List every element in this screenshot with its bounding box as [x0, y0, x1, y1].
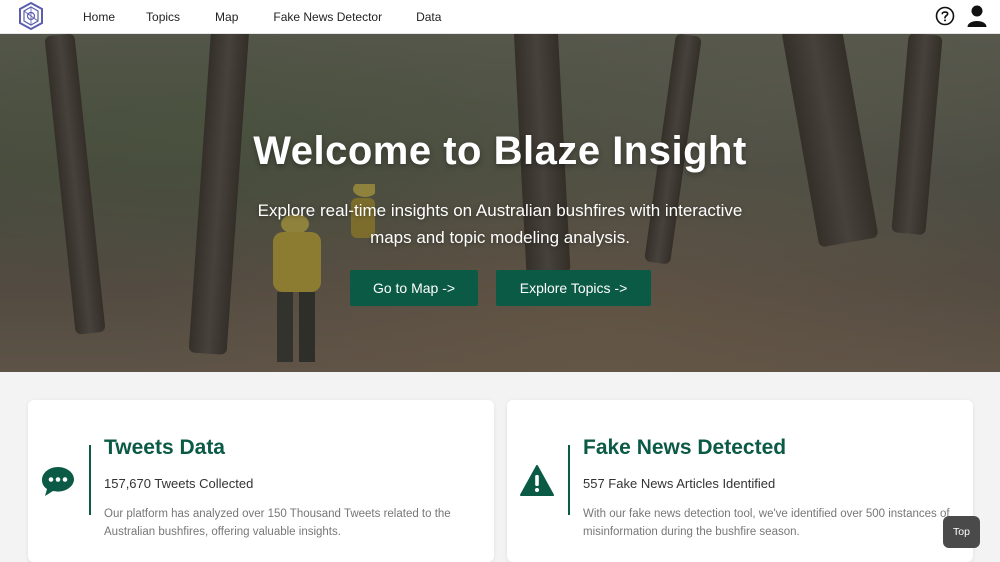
user-icon[interactable] [966, 4, 988, 28]
nav-topics[interactable]: Topics [146, 10, 180, 24]
compass-logo-icon[interactable] [17, 2, 45, 30]
hero-title: Welcome to Blaze Insight [253, 129, 747, 173]
nav-data[interactable]: Data [416, 10, 441, 24]
card-stat: 557 Fake News Articles Identified [583, 476, 776, 491]
back-to-top-button[interactable]: Top [943, 516, 980, 548]
nav-fake-news-detector[interactable]: Fake News Detector [273, 10, 382, 24]
explore-topics-button[interactable]: Explore Topics -> [496, 270, 651, 306]
card-description: With our fake news detection tool, we've… [583, 508, 950, 538]
nav-links: Home Topics Map Fake News Detector Data [83, 0, 475, 34]
card-title: Fake News Detected [583, 436, 787, 459]
go-to-map-button[interactable]: Go to Map -> [350, 270, 478, 306]
question-circle-icon[interactable] [935, 6, 955, 26]
chat-bubble-icon [42, 467, 74, 496]
nav-home[interactable]: Home [83, 10, 115, 24]
card-title: Tweets Data [104, 436, 225, 459]
card-stat: 157,670 Tweets Collected [104, 476, 254, 491]
warning-triangle-icon [520, 465, 554, 496]
hero-banner: Welcome to Blaze Insight Explore real-ti… [0, 34, 1000, 372]
card-description: Our platform has analyzed over 150 Thous… [104, 508, 451, 538]
nav-map[interactable]: Map [215, 10, 238, 24]
hero-subtitle: Explore real-time insights on Australian… [257, 201, 743, 247]
card-divider [89, 445, 91, 515]
fake-news-card: Fake News Detected 557 Fake News Article… [507, 400, 973, 562]
tweets-data-card: Tweets Data 157,670 Tweets Collected Our… [28, 400, 494, 562]
top-navbar: Home Topics Map Fake News Detector Data [0, 0, 1000, 34]
card-divider [568, 445, 570, 515]
